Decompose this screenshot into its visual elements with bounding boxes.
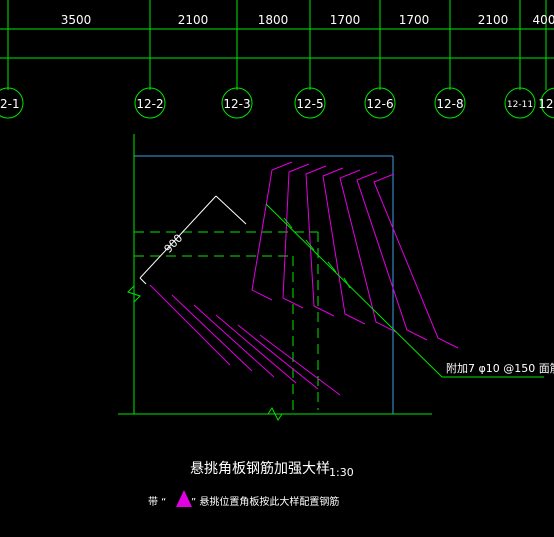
dim-label-2: 2100 bbox=[178, 13, 209, 27]
callout-text: 附加7 φ10 @150 面筋 bbox=[446, 361, 554, 375]
callout-leader bbox=[265, 203, 544, 378]
dim-900-ext-1 bbox=[215, 195, 247, 225]
axis-label-12-8: 12-8 bbox=[436, 97, 463, 111]
leader-diagonal bbox=[265, 203, 443, 378]
axis-label-12-1: 12-1 bbox=[0, 97, 20, 111]
rebar-bar bbox=[237, 324, 319, 390]
dim-label-4: 1700 bbox=[330, 13, 361, 27]
rebar-bar bbox=[339, 169, 397, 333]
rebar-bar bbox=[149, 284, 231, 366]
dim-900-ext-2 bbox=[139, 277, 147, 285]
rebar-bar bbox=[215, 314, 297, 384]
note-prefix: 带 “ bbox=[148, 496, 166, 508]
dim-900 bbox=[139, 195, 247, 285]
detail-scale: 1:30 bbox=[329, 466, 354, 479]
axis-label-12-3: 12-3 bbox=[223, 97, 250, 111]
axis-labels: 12-1 12-2 12-3 12-5 12-6 12-8 12-11 12- bbox=[0, 97, 554, 111]
hidden-beams bbox=[134, 231, 319, 410]
slab-outline bbox=[133, 155, 394, 414]
note-text: ” 悬挑位置角板按此大样配置钢筋 bbox=[191, 495, 339, 508]
rebar-bar bbox=[322, 167, 366, 325]
dim-900-label: 900 bbox=[162, 232, 186, 256]
rebar-bar bbox=[171, 294, 253, 372]
dim-label-5: 1700 bbox=[399, 13, 430, 27]
axis-label-12-2: 12-2 bbox=[136, 97, 163, 111]
axis-label-12-6: 12-6 bbox=[366, 97, 393, 111]
leader-tick-4 bbox=[343, 277, 351, 289]
detail-title: 悬挑角板钢筋加强大样 bbox=[190, 460, 330, 477]
rebar-bar bbox=[356, 171, 428, 341]
axis-label-12-11: 12-11 bbox=[507, 100, 533, 110]
axis-label-12-5: 12-5 bbox=[296, 97, 323, 111]
cad-drawing-canvas: 3500 2100 1800 1700 1700 2100 400 12-1 1… bbox=[0, 0, 554, 508]
dim-label-7: 400 bbox=[533, 13, 554, 27]
triangle-marker-icon bbox=[176, 490, 192, 507]
support-lines bbox=[118, 134, 432, 421]
rebar-bar bbox=[305, 165, 335, 317]
dim-label-1: 3500 bbox=[61, 13, 92, 27]
dim-label-3: 1800 bbox=[258, 13, 289, 27]
dimension-labels: 3500 2100 1800 1700 1700 2100 400 bbox=[61, 13, 554, 27]
leader-tick-3 bbox=[327, 261, 337, 273]
axis-label-12-x: 12- bbox=[538, 97, 554, 111]
rebar-bar bbox=[259, 334, 341, 396]
dim-label-6: 2100 bbox=[478, 13, 509, 27]
rebar-bar bbox=[282, 163, 310, 309]
axis-bubbles bbox=[0, 87, 554, 119]
rebar-group bbox=[149, 161, 459, 396]
